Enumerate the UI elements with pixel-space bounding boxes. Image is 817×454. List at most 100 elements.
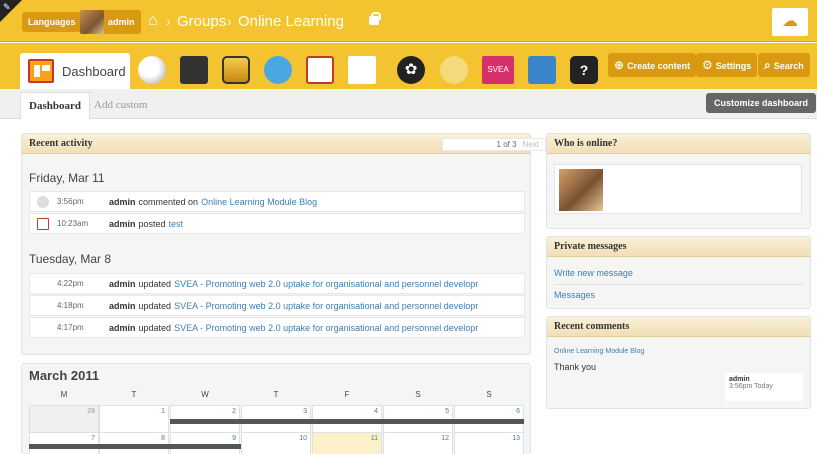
pets-icon[interactable]: ✿ xyxy=(397,56,425,84)
weekday-label: S xyxy=(486,390,492,399)
calendar-day[interactable]: 8 xyxy=(99,432,169,454)
messages-link[interactable]: Messages xyxy=(554,290,595,300)
breadcrumb-current[interactable]: Online Learning xyxy=(238,13,344,30)
breadcrumb-separator: › xyxy=(227,13,232,29)
profile-icon[interactable] xyxy=(440,56,468,84)
calendar-day[interactable]: 7 xyxy=(29,432,99,454)
day-heading: Friday, Mar 11 xyxy=(29,171,105,185)
dashboard-label: Dashboard xyxy=(62,63,126,79)
calendar-day[interactable]: 1 xyxy=(99,405,169,433)
divider xyxy=(554,284,804,285)
weekday-label: W xyxy=(201,390,209,399)
tab-dashboard[interactable]: Dashboard xyxy=(20,92,90,119)
blog-icon[interactable] xyxy=(138,56,166,84)
activity-verb: updated xyxy=(138,300,172,311)
comment-author[interactable]: admin xyxy=(729,376,799,383)
wrench-icon[interactable]: ✎ xyxy=(3,2,11,13)
lock-icon xyxy=(369,12,381,25)
activity-user[interactable]: admin xyxy=(109,219,136,229)
notes-icon[interactable] xyxy=(348,56,376,84)
calendar-day[interactable]: 12 xyxy=(383,432,453,454)
activity-link[interactable]: test xyxy=(169,219,184,229)
search-button[interactable]: ⌕ Search xyxy=(758,53,810,77)
activity-pager: 1 of 3 Next xyxy=(442,138,546,151)
wrench-icon: ⚙ xyxy=(702,58,713,72)
activity-user[interactable]: admin xyxy=(109,301,136,311)
calendar-day-today[interactable]: 11 xyxy=(312,432,382,454)
settings-label: Settings xyxy=(715,61,752,71)
avatar xyxy=(80,10,104,34)
avatar[interactable] xyxy=(559,169,603,211)
activity-link[interactable]: Online Learning Module Blog xyxy=(201,197,317,207)
blank-icon xyxy=(37,278,49,290)
activity-row: 4:17pm admin updated SVEA - Promoting we… xyxy=(29,317,525,338)
activity-verb: posted xyxy=(138,218,166,229)
site-logo-icon[interactable]: ☁ xyxy=(772,8,808,36)
activity-time: 4:18pm xyxy=(57,301,84,310)
activity-link[interactable]: SVEA - Promoting web 2.0 uptake for orga… xyxy=(174,323,478,333)
blank-icon xyxy=(37,322,49,334)
calendar-panel: March 2011 M T W T F S S 28 1 2 3 4 5 6 … xyxy=(21,363,531,454)
comment-icon xyxy=(37,195,49,208)
activity-link[interactable]: SVEA - Promoting web 2.0 uptake for orga… xyxy=(174,279,478,289)
breadcrumb-separator: › xyxy=(166,13,171,29)
photos-icon[interactable] xyxy=(222,56,250,84)
activity-link[interactable]: SVEA - Promoting web 2.0 uptake for orga… xyxy=(174,301,478,311)
recent-activity-panel: Recent activity 1 of 3 Next Friday, Mar 1… xyxy=(21,133,546,355)
customize-dashboard-button[interactable]: Customize dashboard xyxy=(706,93,817,113)
activity-user[interactable]: admin xyxy=(109,323,136,333)
write-new-message-link[interactable]: Write new message xyxy=(554,268,633,278)
who-is-online-title: Who is online? xyxy=(547,134,810,154)
comment-meta: admin 3:56pm Today xyxy=(725,373,803,401)
calendar-day[interactable]: 10 xyxy=(241,432,311,454)
activity-time: 3:56pm xyxy=(57,197,84,206)
comment-time: 3:56pm Today xyxy=(729,383,773,390)
calendar-event-bar[interactable] xyxy=(29,444,241,449)
user-menu[interactable]: admin xyxy=(80,10,141,34)
dashboard-icon xyxy=(28,59,54,83)
calendar-day[interactable]: 9 xyxy=(170,432,240,454)
settings-button[interactable]: ⚙ Settings xyxy=(696,53,758,77)
calendar-title: March 2011 xyxy=(29,368,100,383)
activity-time: 4:22pm xyxy=(57,279,84,288)
recent-comments-title: Recent comments xyxy=(547,317,810,337)
online-users-list xyxy=(554,164,802,214)
calendar-day[interactable]: 28 xyxy=(29,405,99,433)
comment-post-link[interactable]: Online Learning Module Blog xyxy=(554,348,644,355)
calendar-event-bar[interactable] xyxy=(170,419,524,424)
day-heading: Tuesday, Mar 8 xyxy=(29,252,112,266)
weekday-label: F xyxy=(344,390,350,399)
search-label: Search xyxy=(773,61,804,71)
languages-button[interactable]: Languages xyxy=(22,12,82,32)
home-icon[interactable]: ⌂ xyxy=(148,12,158,30)
notebook-icon[interactable] xyxy=(180,56,208,84)
pager-next-button[interactable]: Next xyxy=(523,140,539,149)
who-is-online-panel: Who is online? xyxy=(546,133,811,229)
activity-row: 4:18pm admin updated SVEA - Promoting we… xyxy=(29,295,525,316)
activity-user[interactable]: admin xyxy=(109,197,136,207)
recent-comments-panel: Recent comments Online Learning Module B… xyxy=(546,316,811,409)
dashboard-app-tab[interactable]: Dashboard xyxy=(20,53,130,89)
activity-verb: commented on xyxy=(138,196,199,207)
private-messages-panel: Private messages Write new message Messa… xyxy=(546,236,811,309)
create-content-button[interactable]: ⊕ Create content xyxy=(608,53,697,77)
breadcrumb-groups[interactable]: Groups xyxy=(177,13,226,30)
calendar-icon[interactable] xyxy=(306,56,334,84)
activity-row: 3:56pm admin commented on Online Learnin… xyxy=(29,191,525,212)
svea-icon[interactable]: SVEA xyxy=(482,56,514,84)
user-name: admin xyxy=(108,17,135,27)
pager-count: 1 of 3 xyxy=(496,140,517,149)
plus-icon: ⊕ xyxy=(614,58,625,72)
files-icon[interactable] xyxy=(528,56,556,84)
activity-time: 4:17pm xyxy=(57,323,84,332)
blank-icon xyxy=(37,300,49,312)
weekday-label: M xyxy=(60,390,68,399)
activity-time: 10:23am xyxy=(57,219,89,228)
activity-user[interactable]: admin xyxy=(109,279,136,289)
help-icon[interactable]: ? xyxy=(570,56,598,84)
tab-add-custom[interactable]: Add custom xyxy=(86,92,155,119)
twitter-icon[interactable] xyxy=(264,56,292,84)
calendar-day[interactable]: 13 xyxy=(454,432,524,454)
private-messages-title: Private messages xyxy=(547,237,810,257)
calendar-icon xyxy=(37,217,49,230)
